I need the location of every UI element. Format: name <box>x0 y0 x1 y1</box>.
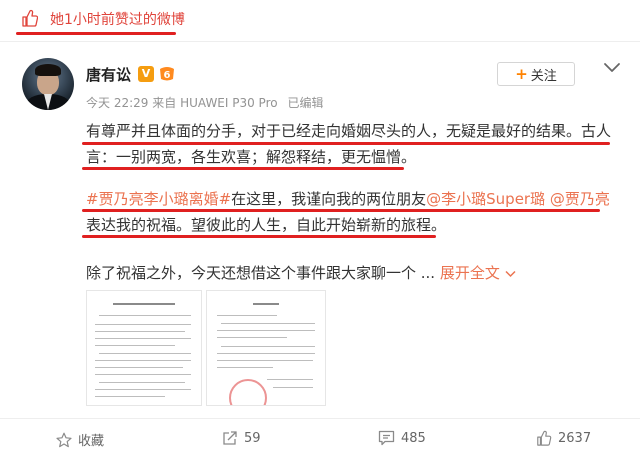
annotation-underline <box>82 209 600 212</box>
post-image[interactable] <box>86 290 202 406</box>
red-seal-stamp <box>229 379 267 405</box>
post-time[interactable]: 今天 22:29 <box>86 96 148 110</box>
repost-count: 59 <box>244 430 261 446</box>
star-icon <box>56 432 72 447</box>
post-line-3-text: 在这里，我谨向我的两位朋友 <box>231 190 427 208</box>
post-line-5: 除了祝福之外，今天还想借这个事件跟大家聊一个 ... 展开全文 <box>86 262 516 283</box>
hashtag-link[interactable]: #贾乃亮李小璐离婚# <box>86 190 231 208</box>
like-count: 2637 <box>558 430 592 446</box>
comment-count: 485 <box>401 430 426 446</box>
post-meta: 今天 22:29 来自 HUAWEI P30 Pro 已编辑 <box>86 94 323 111</box>
thumbs-up-icon <box>22 9 38 27</box>
post-truncated-text: 除了祝福之外，今天还想借这个事件跟大家聊一个 ... <box>86 264 436 282</box>
plus-icon: + <box>515 65 528 83</box>
chevron-down-icon[interactable] <box>601 59 623 77</box>
verified-badge: V <box>138 66 154 82</box>
comment-button[interactable]: 485 <box>378 430 426 446</box>
liked-banner-text: 她1小时前赞过的微博 <box>50 12 185 28</box>
follow-button-label: 关注 <box>530 68 557 84</box>
edited-label[interactable]: 已编辑 <box>287 96 323 110</box>
mention-link[interactable]: @李小璐Super璐 <box>426 190 545 208</box>
expand-full-text-link[interactable]: 展开全文 <box>440 264 516 282</box>
source-device: HUAWEI P30 Pro <box>180 96 278 110</box>
repost-icon <box>223 431 237 445</box>
follow-button[interactable]: + 关注 <box>497 62 575 86</box>
favorite-button[interactable]: 收藏 <box>56 430 104 449</box>
divider <box>0 418 640 419</box>
like-button[interactable]: 2637 <box>536 430 591 446</box>
annotation-underline <box>16 32 176 35</box>
comment-icon <box>378 430 395 446</box>
thumbs-up-icon <box>537 430 552 446</box>
post-image[interactable] <box>206 290 326 406</box>
mention-link[interactable]: @贾乃亮 <box>550 190 610 208</box>
post-line-3: #贾乃亮李小璐离婚#在这里，我谨向我的两位朋友@李小璐Super璐 @贾乃亮 <box>86 188 610 209</box>
source-prefix: 来自 <box>152 96 177 110</box>
level-badge-number: 6 <box>164 70 171 81</box>
avatar[interactable] <box>22 58 74 110</box>
level-badge-icon: 6 <box>160 67 174 81</box>
chevron-down-icon <box>505 270 516 278</box>
divider <box>0 41 640 42</box>
author-name[interactable]: 唐有讼 <box>86 64 131 85</box>
post-line-2: 言：一别两宽，各生欢喜；解怨释结，更无愠憎。 <box>86 148 417 166</box>
favorite-label: 收藏 <box>78 434 105 449</box>
post-line-4: 表达我的祝福。望彼此的人生，自此开始崭新的旅程。 <box>86 216 447 234</box>
annotation-underline <box>82 167 404 170</box>
annotation-underline <box>82 235 436 238</box>
repost-button[interactable]: 59 <box>222 430 261 446</box>
post-line-1: 有尊严并且体面的分手，对于已经走向婚姻尽头的人，无疑是最好的结果。古人 <box>86 122 612 140</box>
annotation-underline <box>82 142 610 145</box>
